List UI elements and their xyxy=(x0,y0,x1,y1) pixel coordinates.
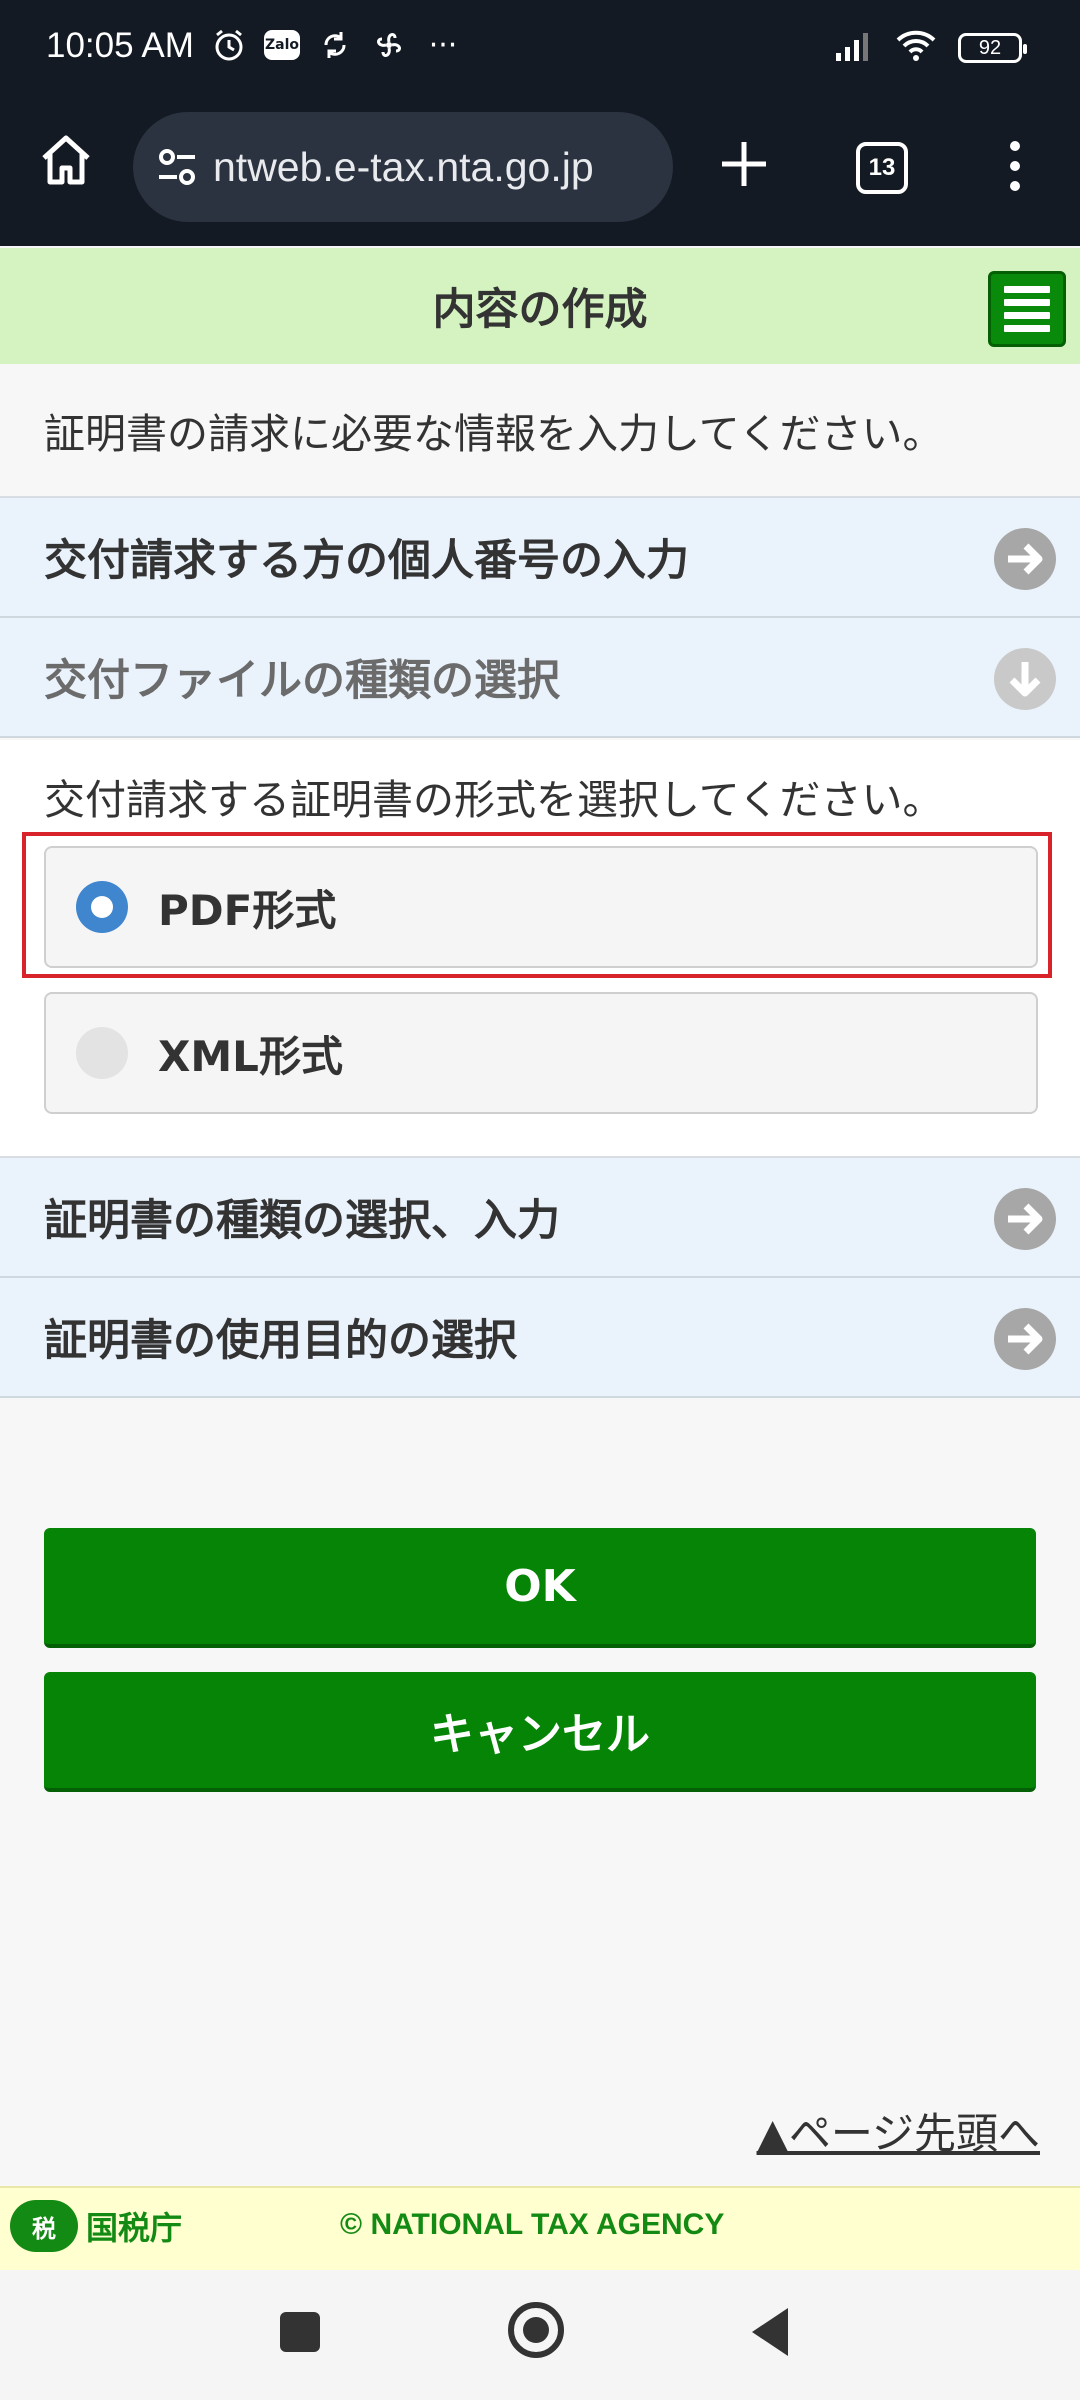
section-file-type[interactable]: 交付ファイルの種類の選択 xyxy=(0,618,1080,738)
system-status: 92 xyxy=(834,30,1027,66)
logo-text: 国税庁 xyxy=(86,2209,183,2247)
page-top-link[interactable]: ▲ページ先頭へ xyxy=(757,2100,1040,2161)
copyright: © NATIONAL TAX AGENCY xyxy=(340,2208,725,2241)
file-type-prompt: 交付請求する証明書の形式を選択してください。 xyxy=(44,776,944,824)
option-xml[interactable]: XML形式 xyxy=(44,992,1038,1114)
new-tab-button[interactable] xyxy=(718,138,770,190)
section-label: 証明書の使用目的の選択 xyxy=(44,1316,517,1366)
recents-icon[interactable] xyxy=(280,2312,320,2352)
section-cert-type[interactable]: 証明書の種類の選択、入力 xyxy=(0,1158,1080,1278)
option-label: PDF形式 xyxy=(158,885,337,935)
option-label: XML形式 xyxy=(158,1031,343,1081)
arrow-down-icon xyxy=(994,648,1056,710)
address-bar[interactable]: ntweb.e-tax.nta.go.jp xyxy=(133,112,673,222)
footer: 税 国税庁 © NATIONAL TAX AGENCY xyxy=(0,2186,1080,2270)
hamburger-line xyxy=(1004,286,1050,293)
wifi-icon xyxy=(896,30,936,66)
radio-xml[interactable] xyxy=(76,1027,128,1079)
arrow-right-icon xyxy=(994,528,1056,590)
home-icon xyxy=(42,135,90,185)
cancel-button[interactable]: キャンセル xyxy=(44,1672,1036,1792)
home-button[interactable] xyxy=(36,130,96,190)
hamburger-line xyxy=(1004,312,1050,319)
zalo-icon: Zalo xyxy=(264,30,300,60)
back-icon[interactable] xyxy=(752,2308,788,2356)
battery-icon: 92 xyxy=(958,33,1027,63)
sync-icon xyxy=(316,26,354,64)
section-purpose[interactable]: 証明書の使用目的の選択 xyxy=(0,1278,1080,1398)
ok-button[interactable]: OK xyxy=(44,1528,1036,1648)
nta-logo: 税 国税庁 xyxy=(10,2200,182,2252)
status-bar: 10:05 AM Zalo ··· 92 xyxy=(0,0,1080,100)
arrow-right-icon xyxy=(994,1308,1056,1370)
browser-menu-button[interactable] xyxy=(1000,136,1030,196)
notification-icons: Zalo ··· xyxy=(210,26,462,64)
section-personal-number[interactable]: 交付請求する方の個人番号の入力 xyxy=(0,498,1080,618)
section-label: 交付ファイルの種類の選択 xyxy=(44,656,560,706)
tax-logo-icon: 税 xyxy=(10,2200,78,2252)
intro-text: 証明書の請求に必要な情報を入力してください。 xyxy=(0,364,1080,498)
alarm-icon xyxy=(210,26,248,64)
browser-toolbar: ntweb.e-tax.nta.go.jp 13 xyxy=(0,100,1080,348)
fan-icon xyxy=(370,26,408,64)
battery-level: 92 xyxy=(978,36,1002,59)
more-notifications-icon: ··· xyxy=(428,27,458,63)
option-pdf[interactable]: PDF形式 xyxy=(44,846,1038,968)
hamburger-line xyxy=(1004,325,1050,332)
signal-icon xyxy=(834,31,874,65)
menu-button[interactable] xyxy=(988,271,1066,347)
page-header: 内容の作成 xyxy=(0,248,1080,364)
hamburger-line xyxy=(1004,299,1050,306)
status-time: 10:05 AM xyxy=(46,26,194,65)
tab-switcher-button[interactable]: 13 xyxy=(856,142,908,194)
section-label: 証明書の種類の選択、入力 xyxy=(44,1196,560,1246)
section-label: 交付請求する方の個人番号の入力 xyxy=(44,536,689,586)
plus-icon xyxy=(722,142,766,186)
more-vert-icon xyxy=(1010,141,1020,191)
page-title: 内容の作成 xyxy=(432,285,648,335)
radio-pdf[interactable] xyxy=(76,881,128,933)
home-nav-icon[interactable] xyxy=(508,2302,564,2358)
site-settings-icon[interactable] xyxy=(155,145,199,189)
url-text[interactable]: ntweb.e-tax.nta.go.jp xyxy=(213,144,653,191)
arrow-right-icon xyxy=(994,1188,1056,1250)
system-nav-bar xyxy=(0,2270,1080,2400)
file-type-panel: 交付請求する証明書の形式を選択してください。 PDF形式 XML形式 xyxy=(0,740,1080,1158)
